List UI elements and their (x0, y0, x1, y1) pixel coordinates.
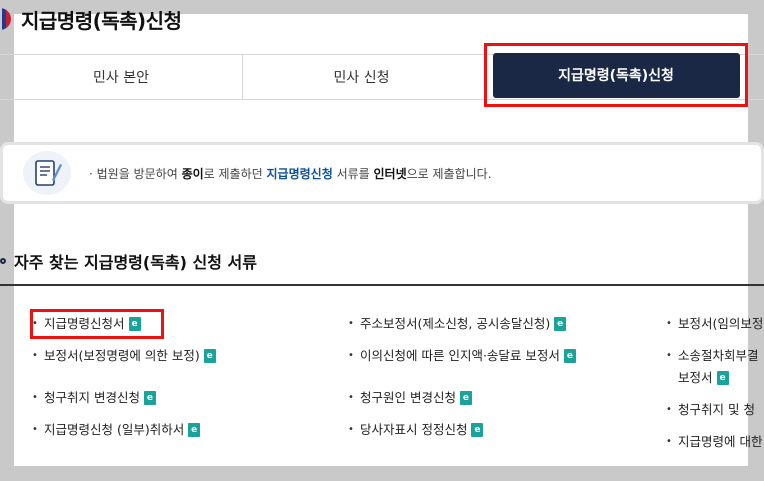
notice-app: 지급명령신청 (266, 166, 333, 181)
notice-internet: 인터넷 (373, 166, 407, 181)
document-quill-icon (23, 151, 71, 195)
notice-mid2: 서류를 (332, 166, 374, 181)
tab-civil-main[interactable]: 민사 본안 (0, 55, 243, 99)
section-bullet-icon (0, 258, 6, 264)
document-label: 보정서(보정명령에 의한 보정) (44, 348, 200, 363)
notice-text: · 법원을 방문하여 종이로 제출하던 지급명령신청 서류를 인터넷으로 제출합… (89, 166, 492, 181)
document-label: 이의신청에 따른 인지액·송달료 보정서 (360, 348, 560, 363)
e-form-icon: e (716, 370, 729, 385)
document-link[interactable]: • 이의신청에 따른 인지액·송달료 보정서 e (348, 345, 678, 367)
section-title-text: 자주 찾는 지급명령(독촉) 신청 서류 (14, 253, 257, 272)
document-column-2: • 주소보정서(제소신청, 공시송달신청) e • 이의신청에 따른 인지액·송달료 … (348, 313, 678, 451)
document-link[interactable]: • 당사자표시 정정신청 e (348, 419, 678, 441)
highlight-frame-tab: 지급명령(독촉)신청 (484, 43, 748, 107)
document-label: 소송절차회부결 (678, 348, 759, 363)
document-link[interactable]: • 청구취지 및 청 (666, 399, 764, 421)
e-form-icon: e (554, 316, 567, 331)
e-form-icon: e (459, 390, 472, 405)
document-link[interactable]: • 청구원인 변경신청 e (348, 387, 678, 409)
notice-prefix: 법원을 방문하여 (96, 166, 182, 181)
court-logo-icon (0, 8, 11, 30)
document-link-continued[interactable]: 보정서 e (666, 367, 764, 389)
document-link[interactable]: • 주소보정서(제소신청, 공시송달신청) e (348, 313, 678, 335)
document-label: 지급명령에 대한 (678, 434, 763, 449)
document-link[interactable]: • 지급명령신청 (일부)취하서 e (32, 419, 362, 441)
document-link[interactable]: • 소송절차회부결 (666, 345, 764, 367)
notice-mid: 로 제출하던 (203, 166, 267, 181)
e-form-icon: e (203, 348, 216, 363)
document-label: 청구원인 변경신청 (360, 390, 456, 405)
e-form-icon: e (563, 348, 576, 363)
document-label: 보정서(임의보정 (678, 316, 764, 331)
notice-paper: 종이 (181, 166, 204, 181)
document-link[interactable]: • 지급명령에 대한 (666, 431, 764, 453)
section-title: 자주 찾는 지급명령(독촉) 신청 서류 (0, 248, 257, 274)
page-title: 지급명령(독촉)신청 (21, 8, 182, 33)
tab-civil-application[interactable]: 민사 신청 (243, 55, 480, 99)
notice-suffix: 으로 제출합니다. (406, 166, 492, 181)
section-divider (0, 284, 764, 286)
document-label: 보정서 (678, 370, 713, 385)
document-label: 청구취지 및 청 (678, 402, 755, 417)
tab-payment-order[interactable]: 지급명령(독촉)신청 (492, 52, 740, 98)
document-link[interactable]: • 보정서(임의보정 (666, 313, 764, 335)
e-form-icon: e (471, 422, 484, 437)
e-form-icon: e (188, 422, 201, 437)
document-label: 주소보정서(제소신청, 공시송달신청) (360, 316, 551, 331)
document-link[interactable]: • 보정서(보정명령에 의한 보정) e (32, 345, 362, 367)
document-label: 청구취지 변경신청 (44, 390, 140, 405)
e-form-icon: e (143, 390, 156, 405)
document-label: 지급명령신청 (일부)취하서 (44, 422, 185, 437)
document-link[interactable]: • 청구취지 변경신청 e (32, 387, 362, 409)
document-label: 당사자표시 정정신청 (360, 422, 468, 437)
notice-box: · 법원을 방문하여 종이로 제출하던 지급명령신청 서류를 인터넷으로 제출합… (0, 142, 764, 204)
document-column-3: • 보정서(임의보정 • 소송절차회부결 보정서 e • 청구취지 및 청 • 지급명령에… (666, 313, 764, 463)
highlight-frame-document (30, 309, 164, 339)
page-header: 지급명령(독촉)신청 (0, 2, 182, 36)
